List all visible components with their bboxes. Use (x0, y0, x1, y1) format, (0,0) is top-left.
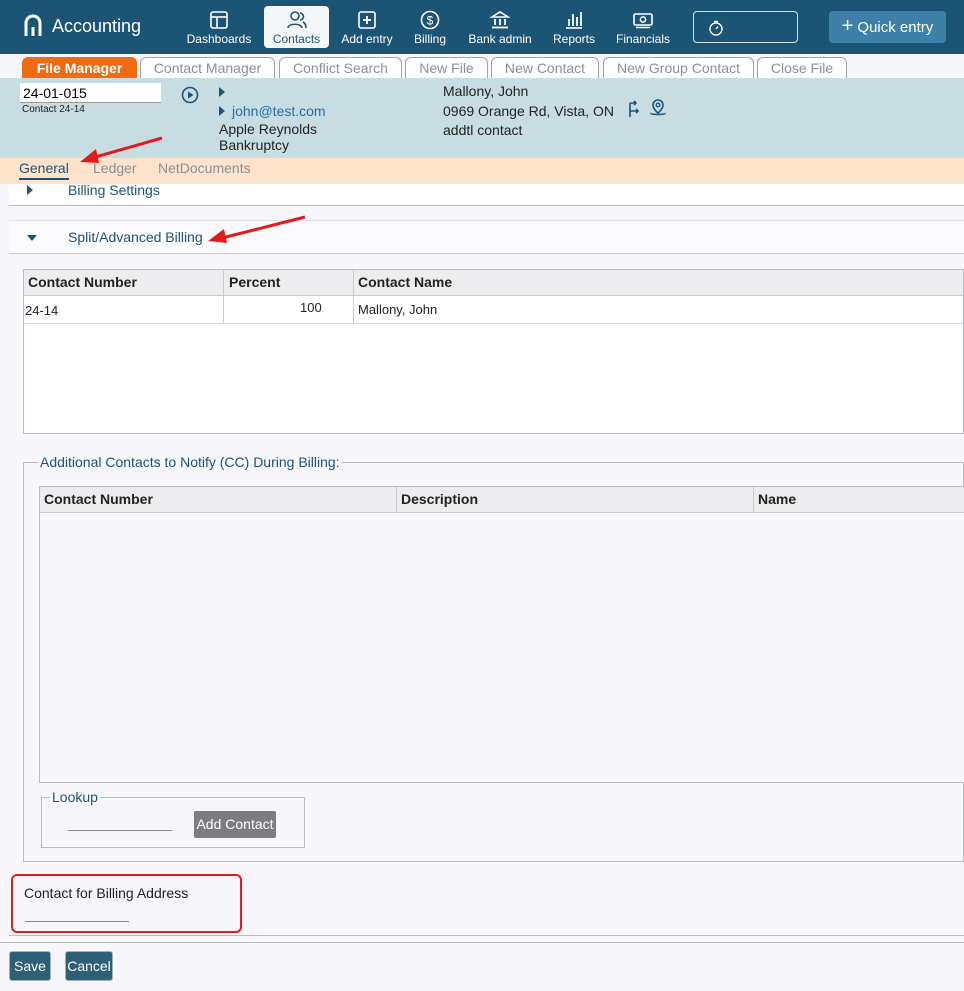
nav-reports[interactable]: Reports (548, 6, 600, 48)
lookup-input[interactable] (68, 814, 172, 831)
nav-label: Reports (552, 32, 596, 46)
cell-contact-name[interactable]: Mallony, John (358, 302, 437, 317)
footer-bar: Save Cancel (0, 942, 964, 991)
col-contact-number[interactable]: Contact Number (44, 491, 153, 507)
col-percent[interactable]: Percent (229, 274, 280, 290)
nav-bank-admin[interactable]: Bank admin (464, 6, 536, 48)
bar-chart-icon (566, 12, 582, 29)
billing-settings-panel[interactable]: Billing Settings (9, 182, 964, 206)
lookup-fieldset: Lookup Add Contact (41, 789, 305, 848)
tab-new-file[interactable]: New File (405, 57, 488, 78)
play-circle-icon[interactable] (181, 86, 199, 104)
plus-icon: + (841, 15, 854, 37)
split-billing-panel: Split/Advanced Billing Contact Number Pe… (9, 220, 964, 936)
nav-label: Bank admin (468, 32, 532, 46)
contact-name: Mallony, John (443, 83, 529, 99)
app-logo-icon (24, 14, 42, 36)
top-nav-bar: Accounting Dashboards Contacts Add entry… (0, 0, 964, 54)
col-description[interactable]: Description (401, 491, 478, 507)
tab-conflict-search[interactable]: Conflict Search (279, 57, 402, 78)
billing-settings-title[interactable]: Billing Settings (68, 182, 160, 198)
billing-address-label: Contact for Billing Address (24, 885, 189, 901)
split-billing-grid: Contact Number Percent Contact Name 24-1… (23, 269, 964, 434)
tab-close-file[interactable]: Close File (757, 57, 847, 78)
nav-dashboards[interactable]: Dashboards (183, 6, 255, 48)
billing-address-highlight: Contact for Billing Address (11, 874, 242, 933)
cell-contact-number[interactable]: 24-14 (25, 303, 58, 318)
col-name[interactable]: Name (758, 491, 796, 507)
subtab-ledger[interactable]: Ledger (93, 160, 137, 176)
quick-entry-button[interactable]: + Quick entry (829, 11, 946, 43)
file-info-bar: Contact 24-14 john@test.com Apple Reynol… (0, 78, 964, 158)
expand-caret-icon[interactable] (219, 106, 225, 116)
dollar-icon: $ (420, 10, 440, 30)
stopwatch-icon (709, 20, 723, 36)
split-billing-title[interactable]: Split/Advanced Billing (68, 229, 203, 245)
dashboard-icon (210, 11, 228, 29)
add-contact-button[interactable]: Add Contact (194, 811, 276, 838)
nav-financials[interactable]: Financials (612, 6, 674, 48)
subtab-general[interactable]: General (19, 160, 69, 180)
main-tabs: File Manager Contact Manager Conflict Se… (0, 54, 964, 78)
money-icon (633, 13, 653, 29)
expand-caret-icon[interactable] (219, 87, 225, 97)
tab-new-contact[interactable]: New Contact (491, 57, 599, 78)
cc-contacts-legend: Additional Contacts to Notify (CC) Durin… (38, 454, 342, 470)
tab-new-group-contact[interactable]: New Group Contact (603, 57, 754, 78)
grid-header: Contact Number Description Name (40, 487, 964, 513)
chevron-down-icon[interactable] (27, 235, 37, 241)
billing-address-input[interactable] (25, 908, 129, 922)
nav-label: Add entry (341, 32, 393, 46)
client-name: Apple Reynolds (219, 121, 318, 137)
contact-note: addtl contact (443, 122, 523, 138)
nav-label: Financials (615, 32, 671, 46)
nav-label: Billing (413, 32, 446, 46)
tab-file-manager[interactable]: File Manager (22, 57, 137, 78)
nav-contacts[interactable]: Contacts (264, 6, 329, 48)
nav-label: Dashboards (186, 32, 252, 46)
cc-contacts-fieldset: Additional Contacts to Notify (CC) Durin… (23, 454, 964, 862)
column-divider (396, 487, 397, 513)
directions-icon[interactable] (626, 100, 642, 120)
quick-entry-label: Quick entry (857, 18, 934, 36)
column-divider (753, 487, 754, 513)
file-number-input[interactable] (20, 83, 161, 103)
nav-billing[interactable]: $ Billing (408, 6, 452, 48)
subtab-netdocuments[interactable]: NetDocuments (158, 160, 251, 176)
col-contact-name[interactable]: Contact Name (358, 274, 452, 290)
brand-name: Accounting (52, 15, 142, 36)
nav-label: Contacts (272, 32, 321, 46)
lookup-legend: Lookup (50, 789, 100, 805)
sub-tabs: General Ledger NetDocuments (0, 158, 964, 184)
col-contact-number[interactable]: Contact Number (28, 274, 137, 290)
cc-contacts-grid: Contact Number Description Name (39, 486, 964, 783)
grid-header: Contact Number Percent Contact Name (24, 270, 963, 324)
matter-type: Bankruptcy (219, 137, 290, 153)
cell-percent[interactable]: 100 (300, 300, 322, 315)
table-row[interactable]: 24-14 100 Mallony, John (24, 296, 963, 324)
tab-contact-manager[interactable]: Contact Manager (140, 57, 275, 78)
chevron-right-icon[interactable] (27, 185, 33, 195)
save-button[interactable]: Save (9, 951, 51, 981)
bank-icon (490, 11, 510, 29)
nav-add-entry[interactable]: Add entry (337, 6, 397, 48)
timer-widget[interactable] (693, 11, 798, 43)
map-pin-icon[interactable] (648, 98, 668, 118)
svg-text:$: $ (427, 14, 434, 28)
contacts-icon (286, 11, 307, 29)
contact-ref: Contact 24-14 (22, 104, 85, 115)
email-link[interactable]: john@test.com (232, 103, 326, 119)
cancel-button[interactable]: Cancel (65, 951, 113, 981)
split-billing-header[interactable]: Split/Advanced Billing (9, 221, 964, 254)
brand[interactable]: Accounting (24, 14, 141, 38)
contact-address: 0969 Orange Rd, Vista, ON (443, 103, 614, 119)
add-entry-icon (358, 11, 376, 29)
